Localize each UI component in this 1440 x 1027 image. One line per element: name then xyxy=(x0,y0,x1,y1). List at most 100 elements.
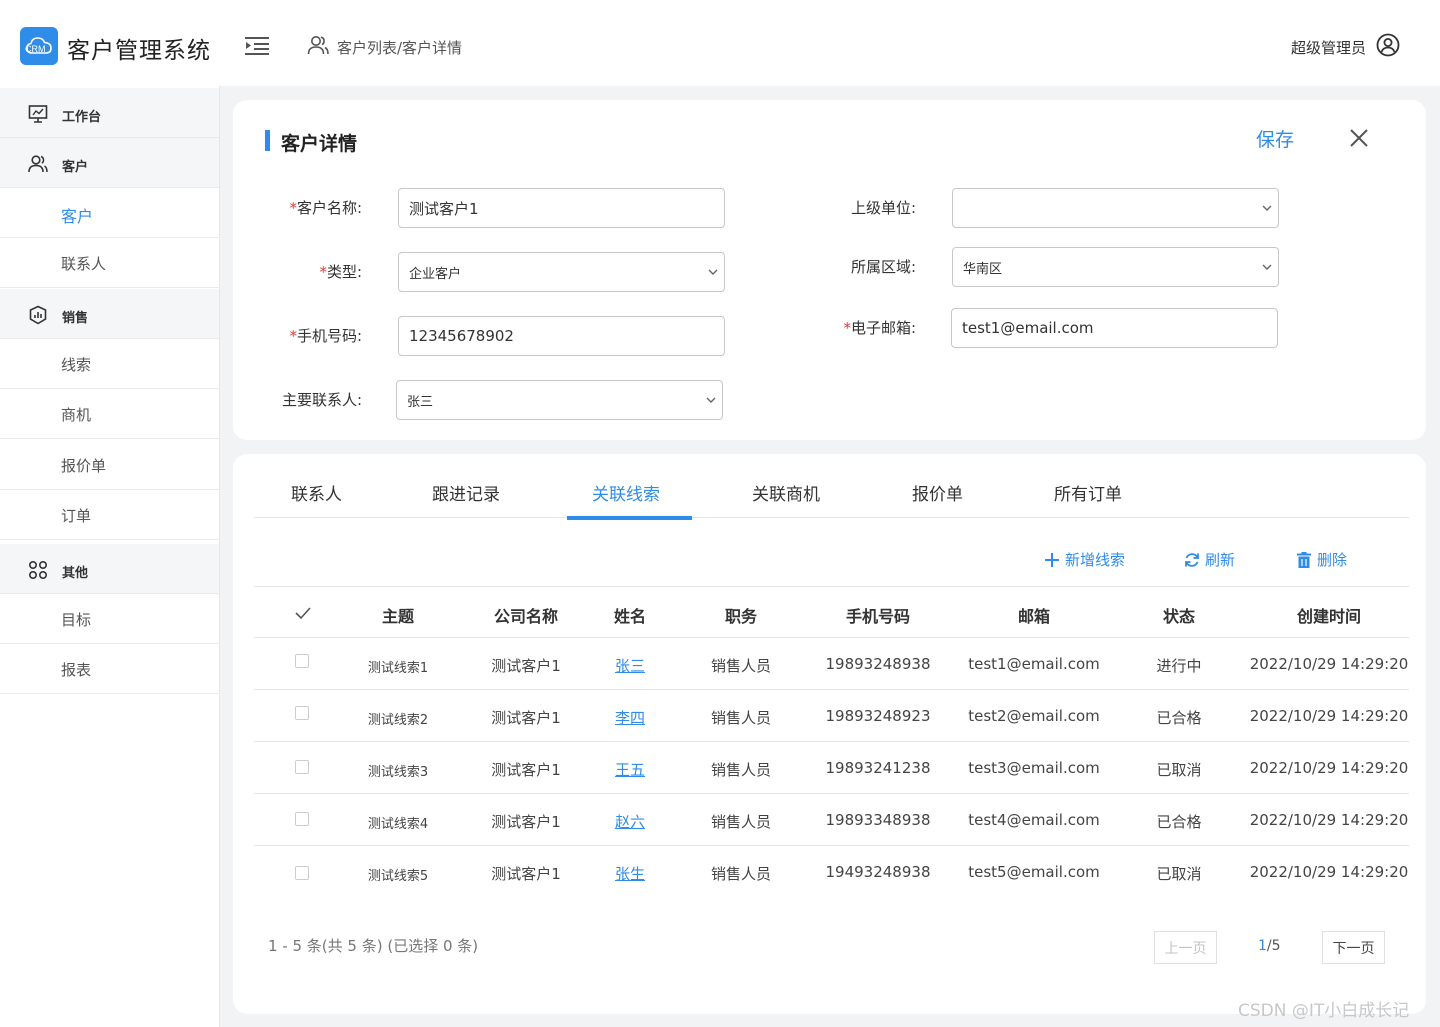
cell-name-link[interactable]: 张生 xyxy=(615,863,645,884)
menu-fold-icon[interactable] xyxy=(245,36,269,56)
cell-company: 测试客户1 xyxy=(491,761,561,779)
refresh-label: 刷新 xyxy=(1205,551,1236,569)
total-pages: /5 xyxy=(1266,938,1281,954)
save-button[interactable]: 保存 xyxy=(1256,125,1294,152)
tab-related-opportunities[interactable]: 关联商机 xyxy=(752,480,820,505)
user-name[interactable]: 超级管理员 xyxy=(1291,37,1366,58)
sidebar-item-label: 工作台 xyxy=(62,110,102,125)
field-label-text: 类型: xyxy=(326,263,362,281)
table-header: 主题 公司名称 姓名 职务 手机号码 邮箱 状态 创建时间 xyxy=(254,586,1409,638)
cell-name-link[interactable]: 王五 xyxy=(615,759,645,780)
cell-subject: 测试线索1 xyxy=(367,661,429,676)
table-row[interactable]: 测试线索4 测试客户1 赵六 销售人员 19893348938 test4@em… xyxy=(254,794,1409,846)
sidebar-group-workbench[interactable]: 工作台 xyxy=(0,88,219,138)
cell-company: 测试客户1 xyxy=(491,813,561,831)
refresh-button[interactable]: 刷新 xyxy=(1183,549,1235,570)
trash-icon xyxy=(1297,551,1311,568)
parent-unit-label: 上级单位: xyxy=(786,197,916,218)
cell-company: 测试客户1 xyxy=(491,709,561,727)
row-checkbox[interactable] xyxy=(295,706,309,720)
field-value: 测试客户1 xyxy=(409,199,479,218)
close-icon[interactable] xyxy=(1349,128,1369,148)
shield-chart-icon xyxy=(29,305,47,325)
sidebar-item-contacts[interactable]: 联系人 xyxy=(0,238,219,288)
cell-name-link[interactable]: 李四 xyxy=(615,707,645,728)
tab-related-leads[interactable]: 关联线索 xyxy=(592,480,660,505)
table-row[interactable]: 测试线索2 测试客户1 李四 销售人员 19893248923 test2@em… xyxy=(254,690,1409,742)
column-header[interactable]: 职务 xyxy=(725,603,757,627)
cell-created-time: 2022/10/29 14:29:20 xyxy=(1249,655,1409,673)
chevron-down-icon xyxy=(706,397,716,403)
column-header[interactable]: 邮箱 xyxy=(1018,603,1050,627)
column-header[interactable]: 公司名称 xyxy=(494,603,558,627)
delete-button[interactable]: 删除 xyxy=(1295,549,1347,570)
required-mark: * xyxy=(289,327,297,345)
sidebar-item-label: 目标 xyxy=(61,611,92,629)
users-icon xyxy=(28,155,48,173)
cell-status: 已取消 xyxy=(1156,761,1202,779)
required-mark: * xyxy=(843,319,851,337)
customer-name-input[interactable]: 测试客户1 xyxy=(398,188,725,228)
sidebar-item-reports[interactable]: 报表 xyxy=(0,644,219,694)
chevron-down-icon xyxy=(1262,264,1272,270)
row-checkbox[interactable] xyxy=(295,760,309,774)
sidebar-item-label: 其他 xyxy=(62,566,89,581)
sidebar-item-label: 客户 xyxy=(62,160,89,175)
column-header[interactable]: 创建时间 xyxy=(1297,603,1361,627)
sidebar-item-label: 联系人 xyxy=(61,255,107,273)
sidebar-item-label: 报表 xyxy=(61,661,92,679)
region-select[interactable]: 华南区 xyxy=(952,247,1279,287)
select-all-check-icon[interactable] xyxy=(294,604,312,622)
prev-page-button[interactable]: 上一页 xyxy=(1154,931,1217,964)
sidebar-item-orders[interactable]: 订单 xyxy=(0,490,219,540)
sidebar-item-label: 商机 xyxy=(61,406,92,424)
users-icon xyxy=(307,36,329,55)
sidebar-item-goals[interactable]: 目标 xyxy=(0,594,219,644)
table-row[interactable]: 测试线索1 测试客户1 张三 销售人员 19893248938 test1@em… xyxy=(254,638,1409,690)
phone-input[interactable]: 12345678902 xyxy=(398,316,725,356)
row-checkbox[interactable] xyxy=(295,654,309,668)
cell-email: test5@email.com xyxy=(968,863,1100,881)
cell-phone: 19893248923 xyxy=(825,707,931,725)
sidebar-item-quotes[interactable]: 报价单 xyxy=(0,440,219,490)
cell-name-link[interactable]: 赵六 xyxy=(615,811,645,832)
field-label-text: 客户名称: xyxy=(296,199,362,217)
cell-name-link[interactable]: 张三 xyxy=(615,655,645,676)
column-header[interactable]: 姓名 xyxy=(614,603,646,627)
table-row[interactable]: 测试线索5 测试客户1 张生 销售人员 19493248938 test5@em… xyxy=(254,846,1409,898)
cell-created-time: 2022/10/29 14:29:20 xyxy=(1249,759,1409,777)
cell-position: 销售人员 xyxy=(710,865,772,883)
row-checkbox[interactable] xyxy=(295,812,309,826)
sidebar-group-sales[interactable]: 销售 xyxy=(0,289,219,339)
tab-contacts[interactable]: 联系人 xyxy=(291,480,342,505)
user-avatar-icon[interactable] xyxy=(1376,33,1400,57)
type-select[interactable]: 企业客户 xyxy=(398,252,725,292)
column-header[interactable]: 主题 xyxy=(382,603,414,627)
sidebar-item-opportunities[interactable]: 商机 xyxy=(0,389,219,439)
breadcrumb[interactable]: 客户列表/客户详情 xyxy=(337,37,462,58)
tab-all-orders[interactable]: 所有订单 xyxy=(1054,480,1122,505)
sidebar-item-leads[interactable]: 线索 xyxy=(0,339,219,389)
table-row[interactable]: 测试线索3 测试客户1 王五 销售人员 19893241238 test3@em… xyxy=(254,742,1409,794)
cell-company: 测试客户1 xyxy=(491,865,561,883)
tab-quotes[interactable]: 报价单 xyxy=(912,480,963,505)
main-contact-select[interactable]: 张三 xyxy=(396,380,723,420)
sidebar-group-other[interactable]: 其他 xyxy=(0,544,219,594)
type-label: *类型: xyxy=(232,261,362,282)
sidebar-item-customer[interactable]: 客户 xyxy=(0,188,219,238)
add-lead-button[interactable]: 新增线索 xyxy=(1043,549,1125,570)
tab-follow-up[interactable]: 跟进记录 xyxy=(432,480,500,505)
cell-subject: 测试线索4 xyxy=(367,817,429,832)
add-lead-label: 新增线索 xyxy=(1065,551,1126,569)
row-checkbox[interactable] xyxy=(295,866,309,880)
cell-status: 进行中 xyxy=(1156,657,1202,675)
page-indicator: 1/5 xyxy=(1258,938,1281,954)
email-input[interactable]: test1@email.com xyxy=(951,308,1278,348)
next-page-button[interactable]: 下一页 xyxy=(1322,931,1385,964)
crm-logo[interactable]: CRM xyxy=(20,27,58,65)
column-header[interactable]: 状态 xyxy=(1163,603,1195,627)
cell-email: test2@email.com xyxy=(968,707,1100,725)
column-header[interactable]: 手机号码 xyxy=(846,603,910,627)
sidebar-group-customer[interactable]: 客户 xyxy=(0,138,219,188)
parent-unit-select[interactable] xyxy=(952,188,1279,228)
